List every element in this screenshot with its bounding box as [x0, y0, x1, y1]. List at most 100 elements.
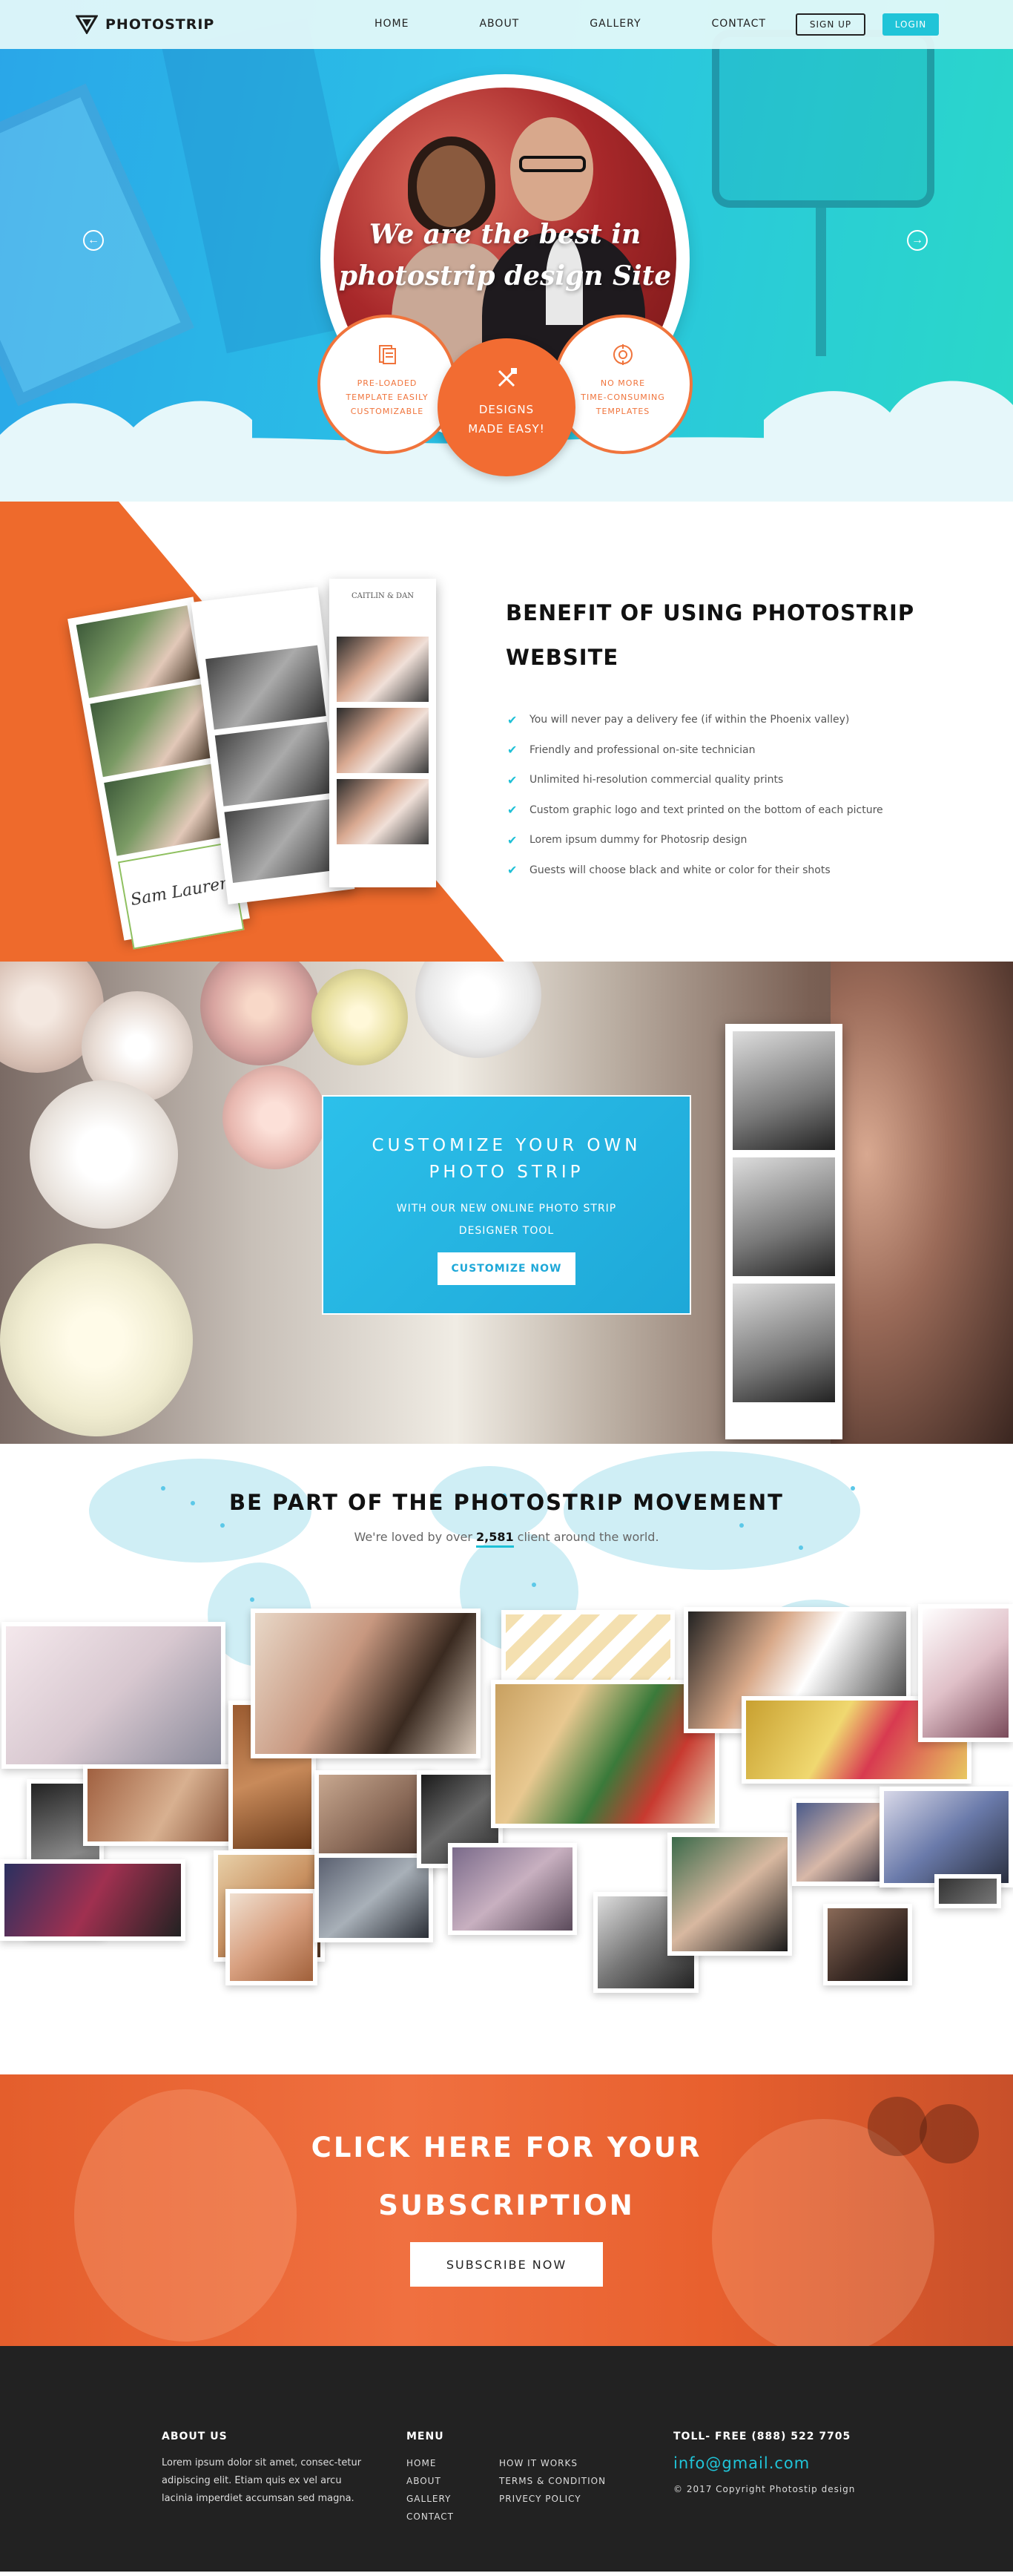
slider-prev-button[interactable]: ←	[83, 230, 104, 251]
feature-no-more-line1: NO MORE	[600, 378, 646, 388]
benefits-title-line1: BENEFIT OF USING PHOTOSTRIP	[506, 600, 915, 625]
customize-sub-line1: WITH OUR NEW ONLINE PHOTO STRIP	[396, 1203, 617, 1215]
benefit-text: You will never pay a delivery fee (if wi…	[529, 714, 850, 726]
strip1-frame	[76, 605, 200, 698]
footer-copyright: © 2017 Copyright Photostip design	[673, 2484, 856, 2494]
held-strip-frame	[733, 1157, 835, 1276]
footer-menu-2: HOW IT WORKS TERMS & CONDITION PRIVECY P…	[499, 2454, 606, 2508]
footer-menu-col2: HOW IT WORKS TERMS & CONDITION PRIVECY P…	[499, 2454, 606, 2508]
subscribe-section: CLICK HERE FOR YOUR SUBSCRIPTION SUBSCRI…	[0, 2074, 1013, 2346]
sample-photostrip-3: CAITLIN & DAN	[329, 579, 436, 887]
collage-photo	[314, 1853, 433, 1942]
footer-menu-heading: MENU	[406, 2431, 444, 2442]
hero-bg-booth	[712, 30, 934, 208]
collage-photo	[667, 1833, 792, 1956]
strip3-frame	[337, 637, 429, 702]
footer-link-gallery[interactable]: GALLERY	[406, 2490, 454, 2508]
footer-about-text: Lorem ipsum dolor sit amet, consec-tetur…	[162, 2457, 362, 2504]
feature-templates-line3: CUSTOMIZABLE	[350, 407, 424, 416]
subscribe-now-button[interactable]: SUBSCRIBE NOW	[410, 2242, 603, 2287]
strip3-frame	[337, 708, 429, 773]
footer-link-contact[interactable]: CONTACT	[406, 2508, 454, 2526]
feature-no-more-line2: TIME-CONSUMING	[581, 392, 665, 402]
customize-now-button[interactable]: CUSTOMIZE NOW	[438, 1252, 575, 1285]
movement-title: BE PART OF THE PHOTOSTRIP MOVEMENT	[229, 1490, 784, 1515]
brand-name: PHOTOSTRIP	[105, 16, 215, 33]
footer-link-terms[interactable]: TERMS & CONDITION	[499, 2472, 606, 2490]
nav-links: HOME ABOUT GALLERY CONTACT	[374, 18, 837, 30]
brand-logo[interactable]: PHOTOSTRIP	[76, 15, 214, 34]
feature-templates-line2: TEMPLATE EASILY	[346, 392, 429, 402]
footer-link-how-it-works[interactable]: HOW IT WORKS	[499, 2454, 606, 2472]
strip3-frame	[337, 779, 429, 844]
list-item: ✔ Lorem ipsum dummy for Photosrip design	[507, 825, 883, 855]
movement-sub-before: We're loved by over	[354, 1530, 476, 1544]
held-strip-frame	[733, 1284, 835, 1402]
footer-link-privacy[interactable]: PRIVECY POLICY	[499, 2490, 606, 2508]
footer-phone: TOLL- FREE (888) 522 7705	[673, 2431, 851, 2442]
client-count: 2,581	[475, 1530, 514, 1548]
customize-card: CUSTOMIZE YOUR OWN PHOTO STRIP WITH OUR …	[322, 1095, 691, 1315]
footer-about: ABOUT US Lorem ipsum dolor sit amet, con…	[162, 2431, 362, 2508]
footer-contact: TOLL- FREE (888) 522 7705 info@gmail.com…	[673, 2431, 855, 2494]
feature-templates: PRE-LOADED TEMPLATE EASILY CUSTOMIZABLE	[317, 315, 457, 454]
subscribe-title-line1: CLICK HERE FOR YOUR	[311, 2132, 702, 2163]
feature-no-more-text: NO MORE TIME-CONSUMING TEMPLATES	[556, 376, 690, 418]
nav-contact[interactable]: CONTACT	[712, 18, 766, 30]
benefit-text: Unlimited hi-resolution commercial quali…	[529, 774, 784, 786]
slider-next-button[interactable]: →	[907, 230, 928, 251]
site-footer: ABOUT US Lorem ipsum dolor sit amet, con…	[0, 2346, 1013, 2572]
list-item: ✔ You will never pay a delivery fee (if w…	[507, 705, 883, 735]
list-item: ✔ Friendly and professional on-site techn…	[507, 735, 883, 766]
collage-photo	[448, 1843, 577, 1935]
movement-subtitle: We're loved by over 2,581 client around …	[0, 1530, 1013, 1548]
benefits-list: ✔ You will never pay a delivery fee (if w…	[507, 705, 883, 885]
held-strip-frame	[733, 1031, 835, 1150]
benefit-text: Custom graphic logo and text printed on …	[529, 804, 883, 816]
feature-no-more-line3: TEMPLATES	[595, 407, 650, 416]
benefit-text: Guests will choose black and white or co…	[529, 864, 831, 876]
footer-menu-col1: HOME ABOUT GALLERY CONTACT	[406, 2454, 454, 2526]
check-icon: ✔	[507, 743, 518, 758]
check-icon: ✔	[507, 863, 518, 878]
footer-email-link[interactable]: info@gmail.com	[673, 2454, 855, 2472]
nav-gallery[interactable]: GALLERY	[590, 18, 641, 30]
strip1-frame	[90, 684, 214, 778]
hero-section: ← → We are the best in photostrip design…	[0, 0, 1013, 502]
collage-photo	[823, 1904, 912, 1985]
movement-section: BE PART OF THE PHOTOSTRIP MOVEMENT We're…	[0, 1444, 1013, 2074]
gear-globe-icon	[613, 344, 633, 365]
strip2-frame	[205, 645, 326, 730]
customize-title: CUSTOMIZE YOUR OWN PHOTO STRIP	[323, 1132, 690, 1186]
feature-designs-line1: DESIGNS	[478, 403, 535, 416]
check-icon: ✔	[507, 712, 518, 727]
hero-title: We are the best in photostrip design Sit…	[334, 214, 676, 297]
templates-icon	[379, 345, 396, 364]
login-button[interactable]: LOGIN	[882, 13, 939, 36]
check-icon: ✔	[507, 803, 518, 818]
footer-menu: MENU HOME ABOUT GALLERY CONTACT	[406, 2431, 454, 2526]
collage-photo	[0, 1859, 185, 1941]
subscribe-title: CLICK HERE FOR YOUR SUBSCRIPTION	[0, 2119, 1013, 2235]
woman-portrait	[831, 962, 1013, 1444]
benefit-text: Friendly and professional on-site techni…	[529, 743, 756, 756]
list-item: ✔ Custom graphic logo and text printed on…	[507, 795, 883, 826]
strip-top-text: CAITLIN & DAN	[337, 586, 429, 631]
customize-title-line2: PHOTO STRIP	[429, 1163, 584, 1182]
top-nav: PHOTOSTRIP HOME ABOUT GALLERY CONTACT SI…	[0, 0, 1013, 49]
collage-photo	[880, 1787, 1013, 1887]
nav-about[interactable]: ABOUT	[479, 18, 519, 30]
footer-link-home[interactable]: HOME	[406, 2454, 454, 2472]
collage-photo	[251, 1609, 481, 1758]
logo-triangle-icon	[76, 15, 98, 34]
subscribe-title-line2: SUBSCRIPTION	[378, 2189, 635, 2221]
design-tools-icon	[498, 368, 517, 387]
feature-designs-line2: MADE EASY!	[468, 422, 545, 436]
signup-button[interactable]: SIGN UP	[796, 13, 865, 36]
pinwheel-decoration	[200, 962, 319, 1065]
nav-home[interactable]: HOME	[374, 18, 409, 30]
collage-photo	[1, 1622, 225, 1769]
footer-link-about[interactable]: ABOUT	[406, 2472, 454, 2490]
pinwheel-decoration	[415, 962, 541, 1058]
movement-sub-after: client around the world.	[513, 1530, 659, 1544]
